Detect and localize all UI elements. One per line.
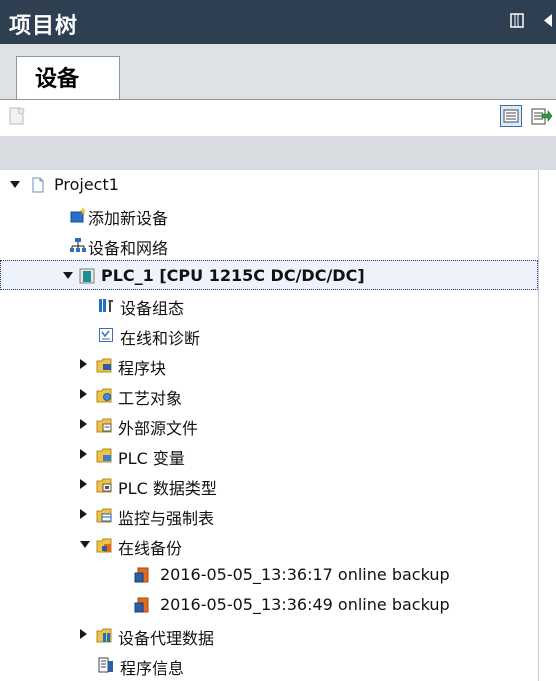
column-divider (538, 170, 539, 681)
tree-item-technology-objects[interactable]: 工艺对象 (0, 380, 538, 410)
tree-item-plc-1[interactable]: PLC_1 [CPU 1215C DC/DC/DC] (0, 260, 538, 290)
tree-item-project[interactable]: Project1 (0, 170, 538, 200)
tree-item-backup-1[interactable]: 2016-05-05_13:36:17 online backup (0, 560, 538, 590)
tree-item-label: PLC 数据类型 (118, 479, 217, 498)
project-tree: Project1 添加新设备 设备和网络 PLC_1 [CPU 1215C DC… (0, 170, 556, 681)
expand-toggle-icon[interactable] (80, 541, 90, 548)
expand-toggle-icon[interactable] (63, 272, 73, 279)
tree-item-label: 设备代理数据 (118, 629, 215, 648)
expand-toggle-icon[interactable] (80, 509, 87, 519)
tree-item-program-blocks[interactable]: 程序块 (0, 350, 538, 380)
tree-item-watch-force-tables[interactable]: 监控与强制表 (0, 500, 538, 530)
expand-toggle-icon[interactable] (80, 389, 87, 399)
expand-toggle-icon[interactable] (80, 449, 87, 459)
folder-source-files-icon (96, 418, 112, 433)
tree-item-program-info[interactable]: 程序信息 (0, 650, 538, 680)
toolbar (0, 100, 556, 136)
folder-tags-icon (96, 448, 112, 463)
tree-item-label: 添加新设备 (88, 209, 169, 228)
tree-item-device-proxy-data[interactable]: 设备代理数据 (0, 620, 538, 650)
tree-item-online-diagnostics[interactable]: 在线和诊断 (0, 320, 538, 350)
panel-title-bar: 项目树 (0, 0, 556, 44)
tree-item-label: 工艺对象 (118, 389, 183, 408)
diagnostics-icon (99, 328, 113, 342)
tree-item-label: PLC 变量 (118, 449, 185, 468)
tree-item-label: Project1 (54, 175, 119, 194)
tab-devices[interactable]: 设备 (16, 56, 120, 100)
tree-item-label: 设备组态 (120, 299, 185, 318)
tree-item-label: 监控与强制表 (118, 509, 215, 528)
export-icon[interactable] (530, 105, 552, 127)
folder-proxy-data-icon (96, 628, 112, 643)
panel-title: 项目树 (9, 14, 79, 39)
tree-item-online-backups[interactable]: 在线备份 (0, 530, 538, 560)
tree-item-label: 在线和诊断 (120, 329, 201, 348)
tree-item-label: PLC_1 [CPU 1215C DC/DC/DC] (101, 266, 365, 285)
panel-collapse-icon[interactable] (510, 13, 524, 28)
folder-data-types-icon (96, 478, 112, 493)
network-icon (70, 238, 86, 252)
expand-toggle-icon[interactable] (80, 629, 87, 639)
overview-view-icon[interactable] (500, 105, 522, 127)
plc-icon (79, 268, 95, 284)
tree-item-add-new-device[interactable]: 添加新设备 (0, 200, 538, 230)
tree-item-devices-networks[interactable]: 设备和网络 (0, 230, 538, 260)
folder-blocks-icon (96, 358, 112, 373)
folder-watch-tables-icon (96, 508, 112, 523)
expand-toggle-icon[interactable] (80, 359, 87, 369)
project-icon (32, 177, 44, 193)
arrow-left-icon[interactable] (541, 13, 553, 28)
expand-toggle-icon[interactable] (80, 419, 87, 429)
tree-item-device-config[interactable]: 设备组态 (0, 290, 538, 320)
expand-toggle-icon[interactable] (10, 181, 20, 188)
new-item-icon[interactable] (8, 106, 26, 126)
program-info-icon (98, 657, 113, 673)
tree-item-label: 程序块 (118, 359, 167, 378)
backup-icon (134, 597, 149, 613)
tree-item-label: 外部源文件 (118, 419, 199, 438)
backup-icon (134, 567, 149, 583)
folder-technology-icon (96, 388, 112, 403)
tree-item-label: 2016-05-05_13:36:49 online backup (160, 595, 450, 614)
tree-item-plc-tags[interactable]: PLC 变量 (0, 440, 538, 470)
tree-item-backup-2[interactable]: 2016-05-05_13:36:49 online backup (0, 590, 538, 620)
tree-item-label: 程序信息 (120, 659, 185, 678)
tree-item-plc-data-types[interactable]: PLC 数据类型 (0, 470, 538, 500)
column-header-band (0, 136, 556, 170)
tree-item-label: 在线备份 (118, 539, 183, 558)
folder-backup-icon (96, 538, 112, 553)
tab-devices-label: 设备 (35, 67, 80, 92)
tree-item-external-sources[interactable]: 外部源文件 (0, 410, 538, 440)
expand-toggle-icon[interactable] (80, 479, 87, 489)
tree-item-label: 2016-05-05_13:36:17 online backup (160, 565, 450, 584)
tree-item-label: 设备和网络 (88, 239, 169, 258)
add-device-icon (70, 207, 86, 223)
tab-strip: 设备 (0, 44, 556, 100)
device-config-icon (99, 299, 113, 312)
